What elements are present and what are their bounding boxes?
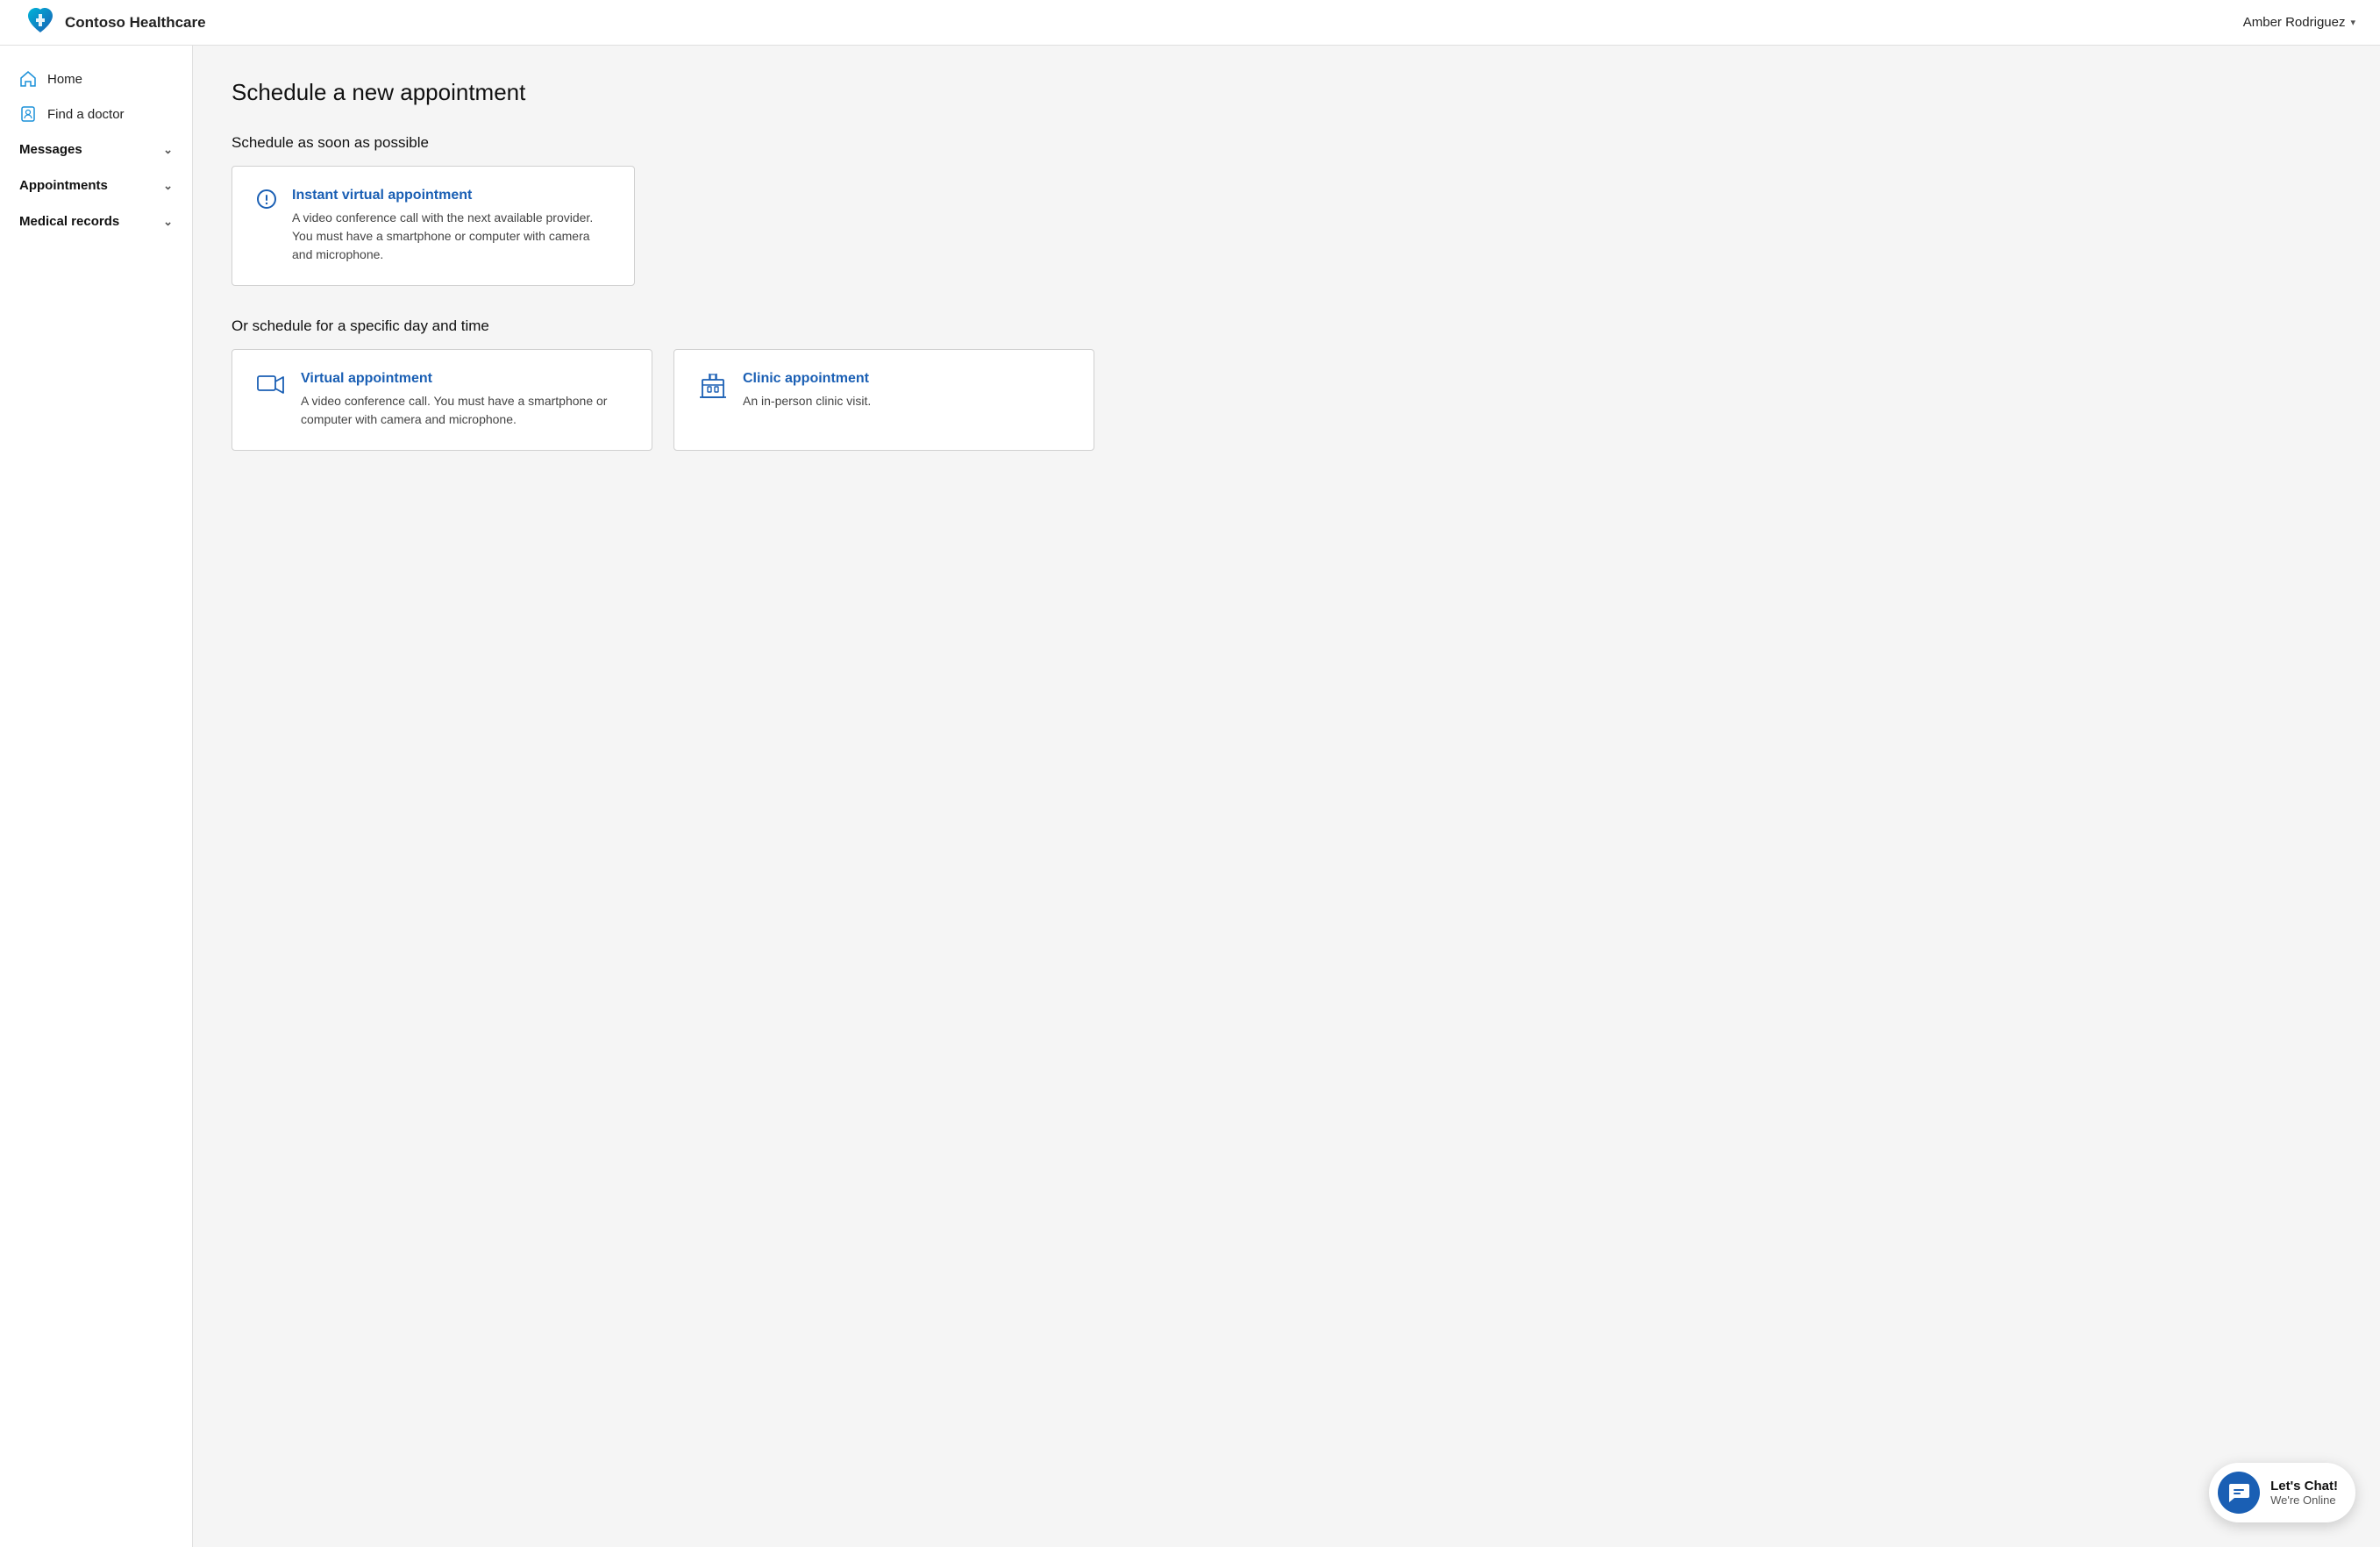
sidebar-item-find-doctor-label: Find a doctor (47, 107, 125, 122)
logo-icon (25, 4, 56, 40)
find-doctor-icon (19, 105, 37, 123)
virtual-appointment-card[interactable]: Virtual appointment A video conference c… (232, 349, 652, 451)
page-title: Schedule a new appointment (232, 79, 2341, 106)
clinic-card-description: An in-person clinic visit. (743, 392, 871, 410)
section-soon-title: Schedule as soon as possible (232, 134, 2341, 152)
messages-chevron-icon: ⌄ (163, 143, 173, 157)
user-menu-caret: ▾ (2350, 17, 2355, 28)
virtual-card-link[interactable]: Virtual appointment (301, 371, 627, 387)
sidebar-group-messages[interactable]: Messages ⌄ (0, 132, 192, 168)
appointments-chevron-icon: ⌄ (163, 179, 173, 193)
chat-text: Let's Chat! We're Online (2270, 1479, 2338, 1507)
chat-title: Let's Chat! (2270, 1479, 2338, 1494)
sidebar-group-appointments[interactable]: Appointments ⌄ (0, 168, 192, 203)
clinic-appointment-card[interactable]: Clinic appointment An in-person clinic v… (673, 349, 1094, 451)
virtual-card-content: Virtual appointment A video conference c… (301, 371, 627, 429)
brand-name: Contoso Healthcare (65, 14, 206, 32)
chat-widget[interactable]: Let's Chat! We're Online (2209, 1463, 2355, 1522)
clinic-card-content: Clinic appointment An in-person clinic v… (743, 371, 871, 410)
home-icon (19, 70, 37, 88)
clinic-building-icon (699, 373, 727, 405)
sidebar-group-medical-records[interactable]: Medical records ⌄ (0, 203, 192, 239)
medical-records-chevron-icon: ⌄ (163, 215, 173, 229)
chat-subtitle: We're Online (2270, 1494, 2338, 1507)
schedule-cards-container: Virtual appointment A video conference c… (232, 349, 2341, 451)
sidebar-item-home-label: Home (47, 72, 82, 87)
chat-icon (2218, 1472, 2260, 1514)
section-specific-title: Or schedule for a specific day and time (232, 317, 2341, 335)
sidebar-group-appointments-label: Appointments (19, 178, 108, 193)
virtual-card-description: A video conference call. You must have a… (301, 392, 627, 429)
instant-card-description: A video conference call with the next av… (292, 209, 609, 264)
instant-alert-icon (257, 189, 276, 214)
instant-virtual-card[interactable]: Instant virtual appointment A video conf… (232, 166, 635, 286)
instant-card-content: Instant virtual appointment A video conf… (292, 188, 609, 264)
video-call-icon (257, 373, 285, 403)
sidebar-group-messages-label: Messages (19, 142, 82, 157)
sidebar-group-medical-records-label: Medical records (19, 214, 119, 229)
brand-logo: Contoso Healthcare (25, 4, 206, 40)
sidebar-item-find-doctor[interactable]: Find a doctor (0, 96, 192, 132)
app-layout: Home Find a doctor Messages ⌄ Appointmen… (0, 46, 2380, 1547)
sidebar-item-home[interactable]: Home (0, 61, 192, 96)
user-menu[interactable]: Amber Rodriguez ▾ (2243, 15, 2355, 30)
sidebar: Home Find a doctor Messages ⌄ Appointmen… (0, 46, 193, 1547)
instant-card-link[interactable]: Instant virtual appointment (292, 188, 609, 203)
main-content: Schedule a new appointment Schedule as s… (193, 46, 2380, 1547)
clinic-card-link[interactable]: Clinic appointment (743, 371, 871, 387)
app-header: Contoso Healthcare Amber Rodriguez ▾ (0, 0, 2380, 46)
user-name: Amber Rodriguez (2243, 15, 2346, 30)
